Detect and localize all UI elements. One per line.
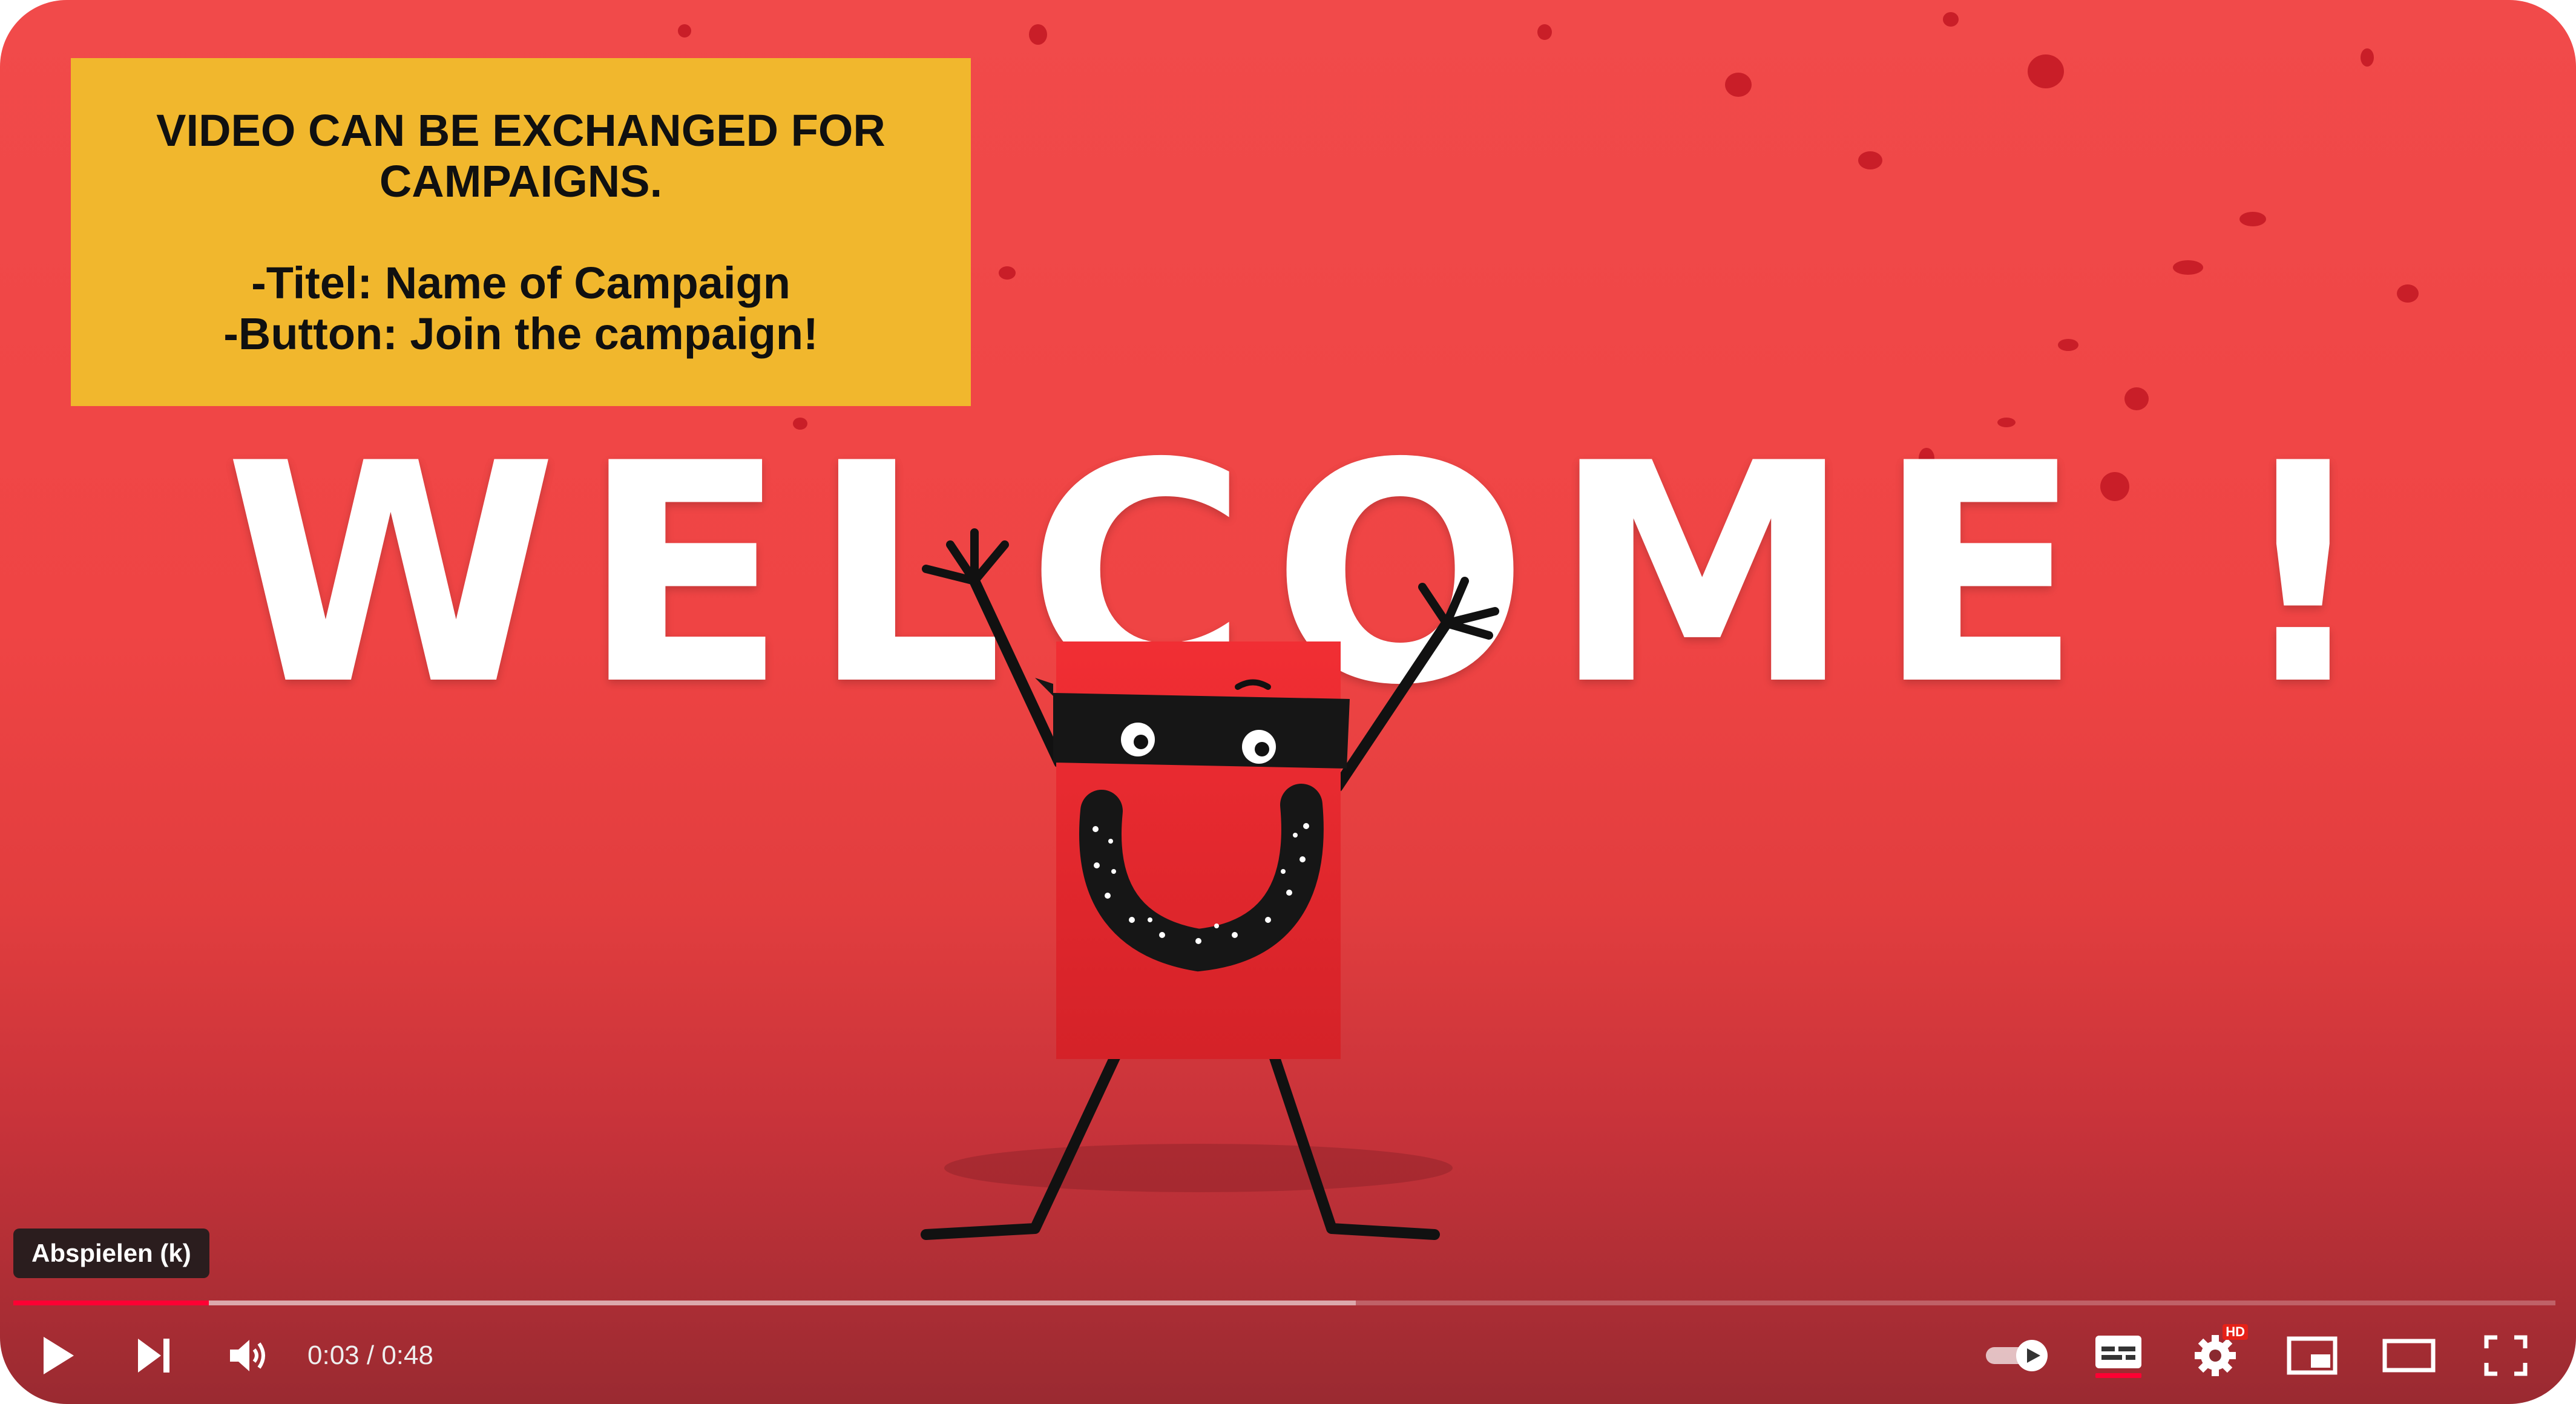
note-line: CAMPAIGNS. [379,156,663,206]
time-display: 0:03 / 0:48 [307,1319,433,1392]
hd-badge: HD [2223,1324,2248,1340]
settings-button[interactable]: HD [2179,1319,2252,1392]
theater-mode-icon [2382,1339,2436,1373]
autoplay-toggle-icon [1986,1340,2048,1371]
theater-mode-button[interactable] [2373,1319,2445,1392]
autoplay-toggle[interactable] [1979,1319,2058,1392]
note-line: -Titel: Name of Campaign [251,257,790,308]
play-icon [44,1337,74,1374]
note-line: VIDEO CAN BE EXCHANGED FOR [156,105,886,156]
play-button[interactable] [22,1319,94,1392]
progress-bar[interactable] [13,1299,2555,1307]
fullscreen-button[interactable] [2469,1319,2542,1392]
control-bar: 0:03 / 0:48 HD [0,1319,2576,1392]
subtitles-icon [2095,1336,2141,1378]
campaign-info-note: VIDEO CAN BE EXCHANGED FOR CAMPAIGNS. -T… [71,58,971,406]
play-tooltip: Abspielen (k) [13,1228,209,1278]
video-player[interactable]: WELCOME ! VIDEO CAN BE EXCHANGED FOR CAM… [0,0,2576,1404]
next-icon [138,1339,169,1373]
mascot-illustration [921,528,1499,1240]
time-separator: / [359,1340,382,1370]
miniplayer-button[interactable] [2276,1319,2348,1392]
fullscreen-icon [2484,1335,2528,1376]
progress-buffered [13,1301,1356,1305]
volume-icon [230,1340,265,1371]
volume-button[interactable] [213,1319,286,1392]
note-line: -Button: Join the campaign! [223,308,818,359]
time-current: 0:03 [307,1340,360,1370]
time-total: 0:48 [381,1340,433,1370]
progress-played [13,1301,209,1305]
subtitles-button[interactable] [2082,1319,2155,1392]
next-button[interactable] [117,1319,190,1392]
miniplayer-icon [2287,1336,2338,1375]
settings-icon [2195,1335,2236,1376]
